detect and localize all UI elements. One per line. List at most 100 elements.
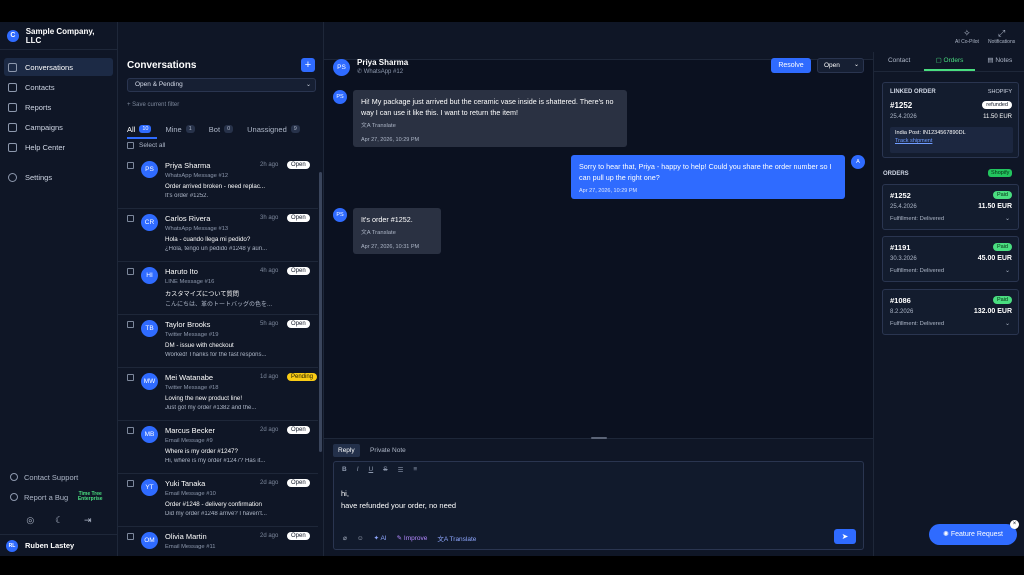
bold-icon[interactable]: B — [342, 466, 347, 474]
avatar: TB — [141, 320, 158, 337]
status-badge: Open — [287, 214, 310, 222]
feature-request-button[interactable]: ✺ Feature Request — [929, 524, 1017, 545]
ai-button[interactable]: ✦ AI — [374, 534, 387, 542]
emoji-icon[interactable]: ☺ — [357, 535, 364, 542]
row-checkbox[interactable] — [127, 480, 134, 487]
preview: Hi, where is my order #1247? Has it... — [165, 458, 266, 464]
globe-icon[interactable]: ◎ — [26, 515, 34, 526]
campaigns-icon — [8, 122, 17, 132]
row-checkbox[interactable] — [127, 321, 134, 328]
tab-notes[interactable]: ▤ Notes — [975, 52, 1024, 71]
list-item[interactable]: PS Priya Sharma 2h ago Open WhatsApp Message… — [118, 156, 318, 209]
improve-button[interactable]: ✎ Improve — [397, 534, 428, 542]
resolve-button[interactable]: Resolve — [771, 58, 811, 73]
order-number: #1252 — [890, 191, 911, 200]
tab-all[interactable]: All 10 — [127, 122, 152, 136]
select-all[interactable]: Select all — [127, 142, 165, 149]
tab-bot[interactable]: Bot 0 — [209, 122, 234, 136]
message-editor[interactable]: B I U S ☰ ≡ hi, have refunded your order… — [333, 461, 864, 550]
save-filter-link[interactable]: + Save current filter — [127, 102, 179, 108]
translate-button[interactable]: 文A Translate — [437, 533, 476, 543]
list-item[interactable]: HI Haruto Ito 4h ago Open LINE Message #16 カス… — [118, 262, 318, 315]
sidebar-item-campaigns[interactable]: Campaigns — [4, 118, 113, 136]
sidebar-item-contacts[interactable]: Contacts — [4, 78, 113, 96]
tab-unassigned[interactable]: Unassigned 9 — [247, 122, 300, 136]
attachment-icon[interactable]: ⌀ — [343, 534, 347, 542]
user-name: Ruben Lastey — [25, 541, 75, 550]
avatar: MW — [141, 373, 158, 390]
conversation-status-select[interactable]: Open ⌄ — [817, 58, 864, 73]
chevron-down-icon[interactable]: ⌄ — [1005, 320, 1010, 327]
new-conversation-button[interactable]: + — [301, 58, 315, 72]
resize-handle[interactable] — [591, 437, 607, 439]
chevron-down-icon: ⌄ — [305, 82, 311, 88]
logout-icon[interactable]: ⇥ — [84, 515, 92, 526]
row-checkbox[interactable] — [127, 427, 134, 434]
translate-link[interactable]: 文A Translate — [361, 121, 619, 132]
report-bug-link[interactable]: Report a Bug Time Tree Enterprise — [0, 487, 118, 507]
select-all-checkbox[interactable] — [127, 142, 134, 149]
status-badge: Open — [287, 267, 310, 275]
underline-icon[interactable]: U — [369, 466, 374, 474]
track-shipment-link[interactable]: Track shipment — [895, 138, 1008, 144]
translate-label: Translate — [371, 123, 396, 129]
row-checkbox[interactable] — [127, 215, 134, 222]
chevron-down-icon[interactable]: ⌄ — [1005, 215, 1010, 222]
status-badge: Paid — [992, 296, 1012, 304]
row-checkbox[interactable] — [127, 374, 134, 381]
message-bubble-incoming: It's order #1252. 文A Translate Apr 27, 2… — [353, 208, 441, 254]
contact-name: Haruto Ito — [165, 267, 198, 276]
company-switcher[interactable]: C Sample Company, LLC — [0, 22, 117, 50]
ai-copilot-button[interactable]: ✧ AI Co-Pilot — [955, 28, 979, 45]
chat-header — [324, 22, 873, 60]
list-item[interactable]: MW Mei Watanabe 1d ago Pending Twitter Messa… — [118, 368, 318, 421]
contact-support-label: Contact Support — [24, 472, 79, 482]
sidebar-item-label: Conversations — [25, 62, 73, 72]
tab-mine[interactable]: Mine 1 — [165, 122, 195, 136]
preview: こんにちは、革のトートバッグの色を... — [165, 302, 273, 308]
row-checkbox[interactable] — [127, 533, 134, 540]
conversation-filter-select[interactable]: Open & Pending ⌄ — [127, 78, 316, 92]
user-profile[interactable]: RL Ruben Lastey — [0, 534, 118, 556]
strikethrough-icon[interactable]: S — [383, 466, 387, 474]
order-card[interactable]: #1191 Paid 30.3.2026 45.00 EUR Fulfillme… — [882, 236, 1019, 282]
moon-icon[interactable]: ☾ — [55, 515, 63, 526]
chevron-down-icon[interactable]: ⌄ — [1005, 267, 1010, 274]
tab-contact[interactable]: Contact — [874, 52, 924, 71]
tab-reply[interactable]: Reply — [333, 444, 360, 457]
contact-support-link[interactable]: Contact Support — [0, 467, 118, 487]
sidebar-item-conversations[interactable]: Conversations — [4, 58, 113, 76]
order-amount: 11.50 EUR — [983, 114, 1012, 120]
list-item[interactable]: OM Olivia Martin 2d ago Open Email Message #… — [118, 527, 318, 556]
tab-orders[interactable]: ▢ Orders — [924, 52, 975, 71]
sidebar: C Sample Company, LLC Conversations Cont… — [0, 22, 118, 556]
sidebar-item-reports[interactable]: Reports — [4, 98, 113, 116]
notifications-icon: ⤢ — [998, 28, 1006, 38]
order-card[interactable]: #1086 Paid 8.2.2026 132.00 EUR Fulfillme… — [882, 289, 1019, 335]
numbered-list-icon[interactable]: ≡ — [413, 466, 417, 474]
translate-link[interactable]: 文A Translate — [361, 228, 433, 239]
channel-label: WhatsApp Message #13 — [165, 226, 229, 232]
row-checkbox[interactable] — [127, 268, 134, 275]
list-scrollbar[interactable] — [319, 172, 322, 452]
bullet-list-icon[interactable]: ☰ — [398, 466, 404, 474]
close-icon[interactable]: × — [1010, 520, 1019, 529]
send-button[interactable]: ➤ — [834, 529, 856, 544]
timestamp: 2d ago — [260, 480, 279, 486]
list-item[interactable]: CR Carlos Rivera 3h ago Open WhatsApp Messag… — [118, 209, 318, 262]
order-card[interactable]: #1252 Paid 25.4.2026 11.50 EUR Fulfillme… — [882, 184, 1019, 230]
row-checkbox[interactable] — [127, 162, 134, 169]
tab-private-note[interactable]: Private Note — [370, 444, 406, 457]
list-item[interactable]: YT Yuki Tanaka 2d ago Open Email Message #10… — [118, 474, 318, 527]
sidebar-item-help-center[interactable]: Help Center — [4, 138, 113, 156]
sidebar-item-settings[interactable]: Settings — [4, 168, 113, 186]
notifications-button[interactable]: ⤢ Notifications — [988, 28, 1015, 45]
message-bubble-outgoing: Sorry to hear that, Priya - happy to hel… — [571, 155, 845, 199]
message-time: Apr 27, 2026, 10:29 PM — [579, 188, 638, 194]
company-logo-icon: C — [7, 29, 19, 42]
list-item[interactable]: MB Marcus Becker 2d ago Open Email Message #… — [118, 421, 318, 474]
sparkle-icon: ✧ — [963, 28, 971, 38]
list-item[interactable]: TB Taylor Brooks 5h ago Open Twitter Message… — [118, 315, 318, 368]
italic-icon[interactable]: I — [357, 466, 359, 474]
support-icon — [10, 473, 18, 481]
